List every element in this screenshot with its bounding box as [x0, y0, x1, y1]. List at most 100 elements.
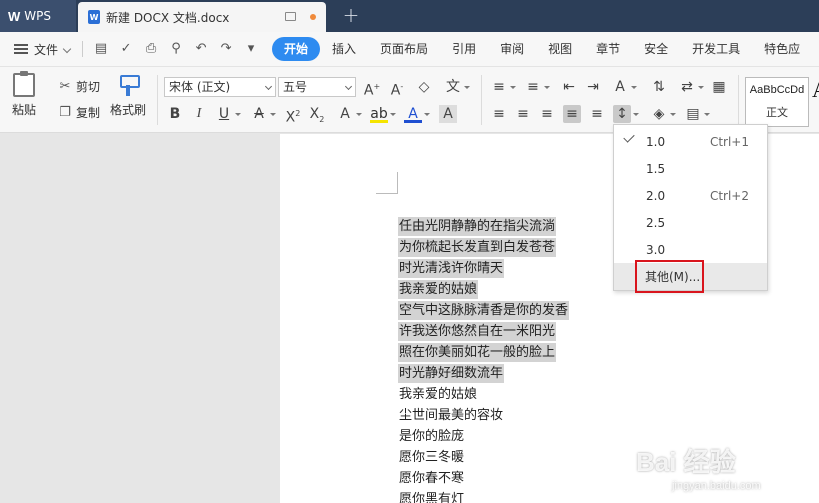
line-spacing-option-2-0[interactable]: 2.0 Ctrl+2: [614, 182, 767, 209]
print-preview-icon[interactable]: ⚲: [169, 42, 183, 56]
app-name: WPS: [24, 9, 51, 23]
undo-icon[interactable]: ↶: [194, 42, 208, 56]
tab-review[interactable]: 审阅: [488, 37, 536, 61]
text-line: 愿你黑有灯: [398, 489, 569, 503]
line-spacing-option-3-0[interactable]: 3.0: [614, 236, 767, 263]
copy-button[interactable]: ❐ 复制: [58, 104, 100, 121]
text-line: 时光清浅许你晴天: [398, 258, 569, 279]
document-title: 新建 DOCX 文档.docx: [106, 10, 230, 25]
table-icon[interactable]: ▦: [710, 78, 728, 96]
increase-indent-icon[interactable]: ⇥: [584, 78, 602, 96]
unsaved-dot-icon: [310, 14, 316, 20]
line-spacing-option-2-5[interactable]: 2.5: [614, 209, 767, 236]
file-menu[interactable]: 文件: [34, 41, 72, 58]
more-icon[interactable]: ▾: [244, 42, 258, 56]
line-spacing-option-1-5[interactable]: 1.5: [614, 155, 767, 182]
hamburger-icon[interactable]: [14, 44, 28, 54]
line-spacing-value: 1.0: [646, 135, 666, 149]
decrease-indent-icon[interactable]: ⇤: [560, 78, 578, 96]
text-line: 是你的脸庞: [398, 426, 569, 447]
shortcut-label: Ctrl+2: [709, 189, 749, 203]
tab-references[interactable]: 引用: [440, 37, 488, 61]
text-line-content: 我亲爱的姑娘: [399, 387, 478, 402]
increase-font-icon[interactable]: A+: [363, 78, 381, 99]
quick-access-toolbar: ▤ ✓ ⎙ ⚲ ↶ ↷ ▾: [82, 41, 258, 57]
tab-home[interactable]: 开始: [272, 37, 321, 61]
clipboard-icon: [13, 71, 35, 97]
divider: [157, 75, 158, 125]
tab-chapter[interactable]: 章节: [584, 37, 632, 61]
font-size-value: 五号: [283, 80, 308, 94]
paste-button[interactable]: 粘贴: [12, 71, 36, 118]
tab-page-layout[interactable]: 页面布局: [368, 37, 440, 61]
tab-features[interactable]: 特色应: [752, 37, 812, 61]
cut-button[interactable]: ✂ 剪切: [58, 78, 100, 95]
text-effect-icon[interactable]: A: [336, 105, 362, 123]
sort-icon[interactable]: ⇅: [650, 78, 668, 96]
monitor-icon[interactable]: [285, 12, 296, 21]
tab-view[interactable]: 视图: [536, 37, 584, 61]
distributed-align-icon[interactable]: ≡: [588, 105, 606, 123]
underline-icon[interactable]: U: [215, 105, 241, 123]
cut-label: 剪切: [76, 80, 101, 94]
wps-home-tab[interactable]: W WPS: [0, 0, 76, 32]
strikethrough-icon[interactable]: A: [250, 105, 276, 123]
eraser-icon[interactable]: ◇: [415, 78, 433, 96]
char-shading-icon[interactable]: A: [439, 105, 457, 123]
font-name-select[interactable]: 宋体 (正文): [164, 77, 276, 97]
redo-icon[interactable]: ↷: [219, 42, 233, 56]
font-color-icon[interactable]: A: [404, 105, 430, 123]
tab-insert[interactable]: 插入: [320, 37, 368, 61]
tab-developer[interactable]: 开发工具: [680, 37, 752, 61]
align-center-icon[interactable]: ≡: [514, 105, 532, 123]
phonetic-guide-icon[interactable]: 文: [444, 78, 470, 96]
show-marks-icon[interactable]: ⇄: [678, 78, 704, 96]
align-right-icon[interactable]: ≡: [538, 105, 556, 123]
text-direction-icon[interactable]: A: [611, 78, 637, 96]
paint-brush-icon: [118, 73, 140, 97]
text-line-content: 我亲爱的姑娘: [398, 280, 479, 299]
format-painter-icon[interactable]: ✓: [119, 42, 133, 56]
justify-icon[interactable]: ≡: [563, 105, 581, 123]
tab-security[interactable]: 安全: [632, 37, 680, 61]
highlight-icon[interactable]: ab: [370, 105, 396, 123]
align-left-icon[interactable]: ≡: [490, 105, 508, 123]
decrease-font-icon[interactable]: A-: [388, 78, 406, 99]
style-gallery-next[interactable]: A: [812, 77, 819, 103]
other-option-label[interactable]: 其他(M)...: [645, 268, 700, 285]
divider: [481, 75, 482, 125]
line-spacing-option-1-0[interactable]: 1.0 Ctrl+1: [614, 128, 767, 155]
bullet-list-icon[interactable]: ≡: [490, 78, 516, 96]
text-line-content: 时光静好细数流年: [398, 364, 505, 383]
numbered-list-icon[interactable]: ≡: [524, 78, 550, 96]
style-name: 正文: [766, 106, 788, 119]
format-brush-button[interactable]: 格式刷: [110, 73, 146, 118]
style-normal[interactable]: AaBbCcDd 正文: [745, 77, 809, 127]
new-tab-button[interactable]: +: [340, 4, 362, 26]
line-spacing-value: 1.5: [646, 162, 666, 176]
document-tab[interactable]: W 新建 DOCX 文档.docx: [78, 2, 326, 32]
text-line: 照在你美丽如花一般的脸上: [398, 342, 569, 363]
shading-icon[interactable]: ◈: [650, 105, 676, 123]
bold-icon[interactable]: B: [166, 105, 184, 123]
line-spacing-value: 2.5: [646, 216, 666, 230]
subscript-icon[interactable]: X2: [308, 105, 326, 124]
document-body[interactable]: 任由光阴静静的在指尖流淌 为你梳起长发直到白发苍苍 时光清浅许你晴天 我亲爱的姑…: [398, 216, 570, 503]
italic-icon[interactable]: I: [190, 105, 208, 123]
borders-icon[interactable]: ▤: [684, 105, 710, 123]
divider: [82, 41, 84, 57]
save-icon[interactable]: ▤: [94, 42, 108, 56]
text-line: 许我送你悠然自在一米阳光: [398, 321, 569, 342]
text-line-content: 任由光阴静静的在指尖流淌: [398, 217, 557, 236]
line-spacing-icon[interactable]: ↕: [613, 105, 639, 123]
menu-bar: 文件 ▤ ✓ ⎙ ⚲ ↶ ↷ ▾ 开始 插入 页面布局 引用 审阅 视图 章节 …: [0, 32, 819, 67]
divider: [738, 75, 739, 125]
shortcut-label: Ctrl+1: [709, 135, 749, 149]
text-line: 我亲爱的姑娘: [398, 384, 569, 405]
print-icon[interactable]: ⎙: [144, 42, 158, 56]
font-size-select[interactable]: 五号: [278, 77, 356, 97]
text-line: 为你梳起长发直到白发苍苍: [398, 237, 569, 258]
text-line: 尘世间最美的容妆: [398, 405, 569, 426]
superscript-icon[interactable]: X2: [284, 105, 302, 126]
watermark-url: jingyan.baidu.com: [672, 480, 761, 492]
